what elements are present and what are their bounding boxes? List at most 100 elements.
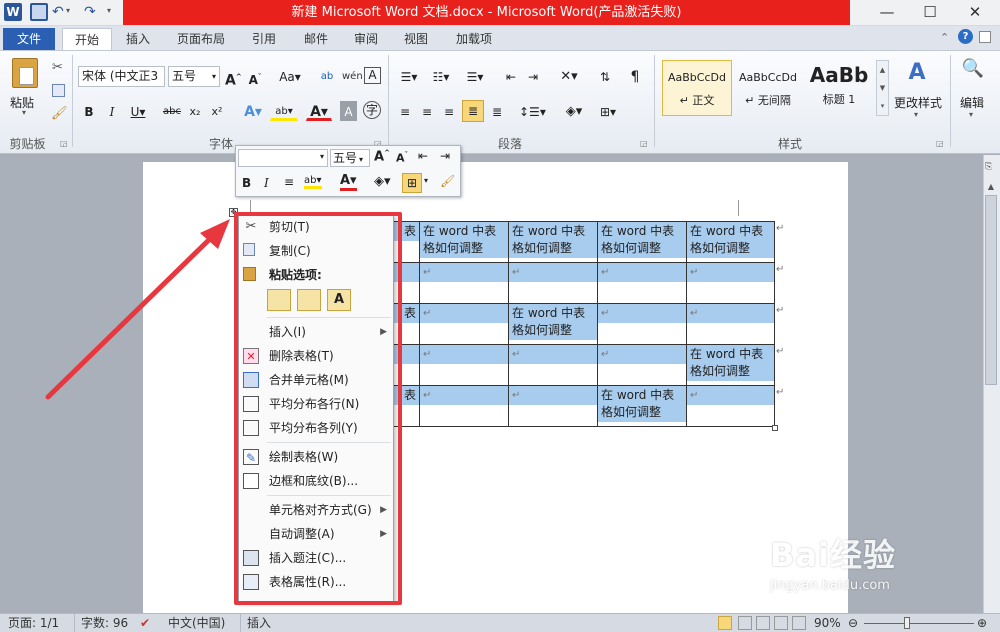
decrease-indent-icon[interactable]: ⇤ [502, 66, 520, 86]
customize-toolbar-icon[interactable]: ▾ [107, 6, 111, 15]
outline-view-icon[interactable] [774, 616, 788, 630]
bullets-icon[interactable]: ☰▾ [396, 66, 422, 86]
table-cell[interactable]: ↵ [686, 385, 775, 427]
subscript-icon[interactable]: x₂ [186, 101, 204, 121]
multilevel-list-icon[interactable]: ☰▾ [460, 66, 490, 86]
tab-review[interactable]: 审阅 [346, 28, 386, 50]
table-cell[interactable]: ↵ [508, 385, 598, 427]
undo-dropdown-icon[interactable]: ▾ [66, 6, 70, 15]
mini-italic-icon[interactable]: I [264, 176, 269, 190]
editing-button[interactable]: 编辑 [960, 94, 984, 111]
shading-icon[interactable]: ◈▾ [560, 101, 588, 121]
chinese-layout-icon[interactable]: ✕▾ [556, 66, 582, 86]
align-center-icon[interactable]: ≡ [418, 101, 436, 121]
draft-view-icon[interactable] [792, 616, 806, 630]
align-left-icon[interactable]: ≡ [396, 101, 414, 121]
proofing-icon[interactable]: ✔ [140, 614, 150, 632]
find-icon[interactable]: 🔍 [960, 58, 986, 86]
styles-scroll-icon[interactable]: ▲ ▼ ▾ [876, 60, 889, 116]
character-border-icon[interactable]: A [364, 67, 381, 84]
mini-borders-icon[interactable]: ⊞ [402, 173, 422, 193]
table-cell[interactable]: 在 word 中表格如何调整 [508, 303, 598, 345]
mini-format-painter-icon[interactable]: 🖌 [440, 174, 455, 188]
paste-icon[interactable] [12, 58, 38, 88]
tab-insert[interactable]: 插入 [116, 28, 160, 50]
mini-increase-indent-icon[interactable]: ⇥ [440, 149, 450, 163]
scroll-up-icon[interactable]: ▲ [985, 182, 997, 194]
mini-font-size-select[interactable]: 五号 ▾ [330, 149, 370, 167]
style-heading-1[interactable]: AaBb 标题 1 [804, 60, 874, 116]
language-indicator[interactable]: 中文(中国) [168, 614, 225, 632]
table-cell[interactable]: 在 word 中表格如何调整 [597, 221, 687, 263]
print-layout-view-icon[interactable] [718, 616, 732, 630]
numbering-icon[interactable]: ☷▾ [428, 66, 454, 86]
table-cell[interactable]: ↵ [419, 344, 509, 386]
table-cell[interactable]: ↵ [508, 344, 598, 386]
table-cell[interactable]: ↵ [419, 303, 509, 345]
word-count[interactable]: 字数: 96 [74, 614, 128, 632]
tab-home[interactable]: 开始 [62, 28, 112, 50]
mini-center-icon[interactable]: ≡ [284, 175, 294, 189]
superscript-icon[interactable]: x² [208, 101, 226, 121]
table-resize-handle[interactable] [772, 425, 778, 431]
table-cell[interactable]: ↵ [686, 262, 775, 304]
mini-shrink-font-icon[interactable]: Aˇ [396, 151, 408, 165]
paragraph-launcher-icon[interactable]: ◲ [640, 139, 648, 148]
paste-dropdown-icon[interactable]: ▾ [22, 108, 26, 117]
justify-icon[interactable]: ≣ [462, 100, 484, 122]
restore-ribbon-icon[interactable] [979, 31, 991, 43]
line-spacing-icon[interactable]: ↕☰▾ [518, 101, 546, 121]
show-marks-icon[interactable]: ¶ [626, 66, 644, 86]
italic-icon[interactable]: I [104, 101, 120, 121]
editing-dropdown-icon[interactable]: ▾ [969, 110, 973, 119]
mini-bold-icon[interactable]: B [242, 176, 251, 190]
mini-decrease-indent-icon[interactable]: ⇤ [418, 149, 428, 163]
change-styles-button[interactable]: 更改样式 [894, 94, 942, 111]
scroll-thumb[interactable] [985, 195, 997, 385]
mini-borders-dropdown-icon[interactable]: ▾ [424, 176, 428, 185]
minimize-button[interactable]: — [865, 0, 909, 25]
table-cell[interactable]: ↵ [508, 262, 598, 304]
clear-formatting-icon[interactable]: ab [318, 66, 336, 86]
style-normal[interactable]: AaBbCcDd ↵ 正文 [662, 60, 732, 116]
zoom-out-icon[interactable]: ⊖ [848, 614, 858, 632]
clipboard-launcher-icon[interactable]: ◲ [60, 139, 68, 148]
enclose-characters-icon[interactable]: 字 [363, 101, 381, 119]
text-effects-icon[interactable]: A▾ [240, 101, 266, 121]
save-icon[interactable] [30, 3, 48, 21]
table-cell[interactable]: ↵ [419, 262, 509, 304]
bold-icon[interactable]: B [81, 101, 97, 121]
mini-grow-font-icon[interactable]: A^ [374, 149, 390, 164]
shrink-font-icon[interactable]: Aˇ [246, 66, 264, 87]
web-layout-view-icon[interactable] [756, 616, 770, 630]
borders-icon[interactable]: ⊞▾ [594, 101, 622, 121]
style-no-spacing[interactable]: AaBbCcDd ↵ 无间隔 [733, 60, 803, 116]
tab-page-layout[interactable]: 页面布局 [170, 28, 232, 50]
table-cell[interactable]: 在 word 中表格如何调整 [686, 221, 775, 263]
page-count[interactable]: 页面: 1/1 [8, 614, 59, 632]
zoom-slider[interactable] [864, 623, 974, 624]
change-case-icon[interactable]: Aa▾ [277, 66, 303, 86]
phonetic-guide-icon[interactable]: wén [341, 66, 363, 86]
increase-indent-icon[interactable]: ⇥ [524, 66, 542, 86]
copy-icon[interactable] [52, 84, 65, 97]
zoom-level[interactable]: 90% [814, 614, 841, 632]
help-icon[interactable]: ? [958, 29, 973, 44]
sort-icon[interactable]: ⇅ [596, 66, 614, 86]
character-shading-icon[interactable]: A [340, 101, 357, 121]
table-cell[interactable]: 在 word 中表格如何调整 [508, 221, 598, 263]
table-cell[interactable]: ↵ [686, 303, 775, 345]
minimize-ribbon-icon[interactable]: ⌃ [940, 31, 949, 44]
word-logo-icon[interactable]: W [4, 3, 22, 21]
styles-launcher-icon[interactable]: ◲ [936, 139, 944, 148]
change-styles-icon[interactable]: A [905, 60, 929, 86]
table-cell[interactable]: 在 word 中表格如何调整 [686, 344, 775, 386]
ruler-toggle-icon[interactable]: ⎘ [985, 162, 997, 176]
font-size-select[interactable]: 五号 ▾ [168, 66, 220, 87]
align-right-icon[interactable]: ≡ [440, 101, 458, 121]
table-cell[interactable]: ↵ [597, 262, 687, 304]
font-name-select[interactable]: 宋体 (中文正3 [78, 66, 165, 87]
table-cell[interactable]: 在 word 中表格如何调整 [597, 385, 687, 427]
change-styles-dropdown-icon[interactable]: ▾ [914, 110, 918, 119]
strikethrough-icon[interactable]: abc [160, 101, 184, 121]
